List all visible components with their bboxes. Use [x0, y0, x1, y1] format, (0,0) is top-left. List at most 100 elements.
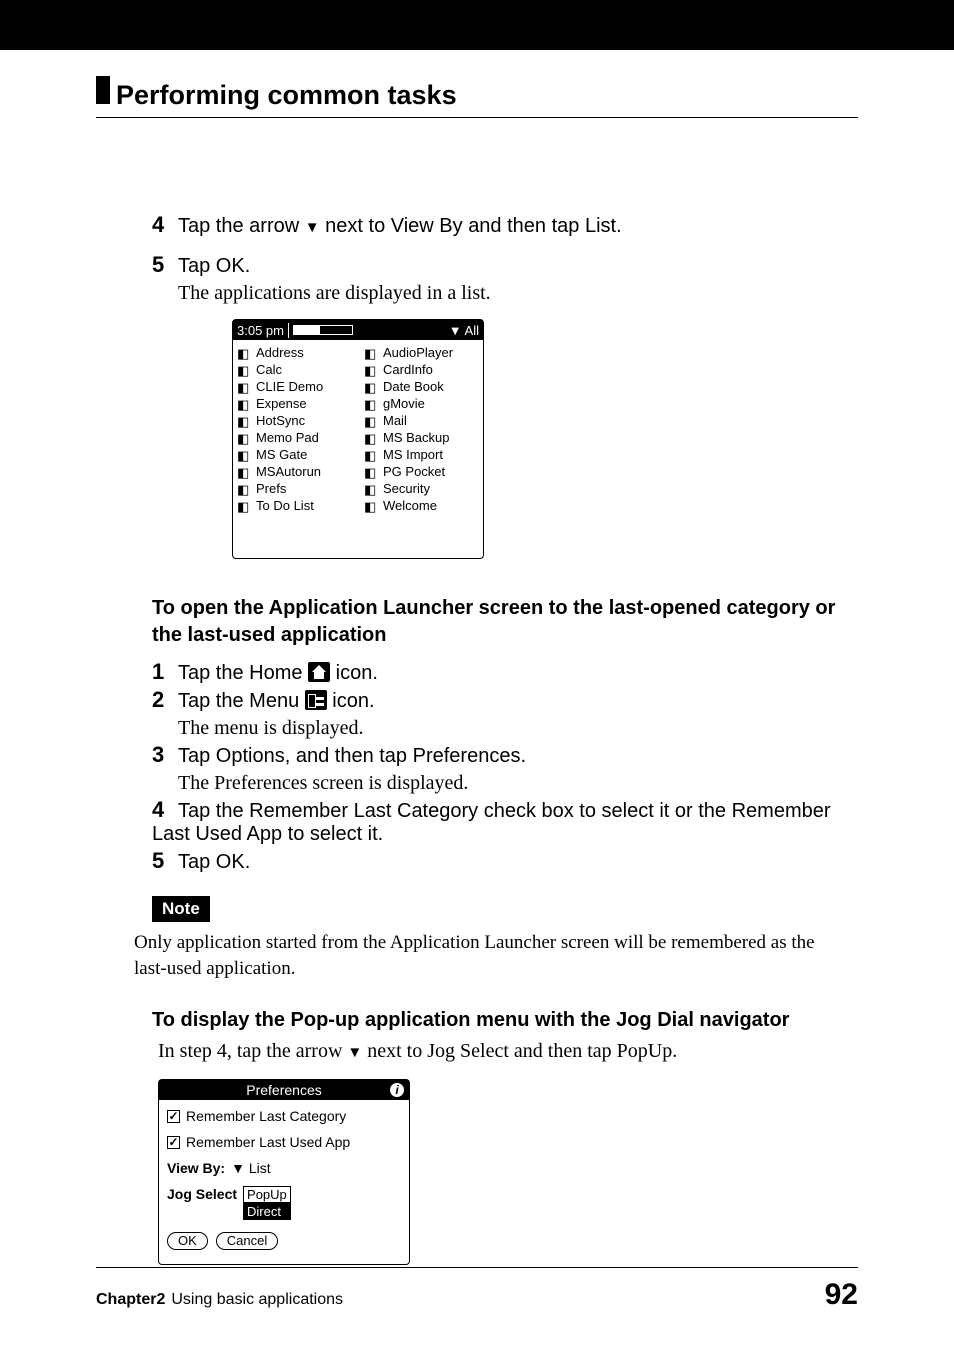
app-label: Security	[383, 481, 430, 496]
app-label: MS Backup	[383, 430, 449, 445]
jog-option-direct: Direct	[243, 1203, 291, 1220]
step-text: Tap the Menu icon.	[178, 690, 375, 712]
category-dropdown: ▼ All	[449, 323, 479, 338]
body-line: In step 4, tap the arrow ▼ next to Jog S…	[158, 1040, 858, 1063]
step-text: Tap the Remember Last Category check box…	[152, 800, 831, 845]
proc-step-5: 5 Tap OK.	[152, 848, 858, 874]
proc-step-2: 2 Tap the Menu icon. The menu is display…	[152, 687, 858, 740]
battery-icon	[293, 325, 353, 335]
jog-option-popup: PopUp	[243, 1186, 291, 1203]
app-icon: ◧	[364, 448, 380, 462]
step-text: Tap the arrow ▼ next to View By and then…	[178, 215, 622, 237]
app-label: Expense	[256, 396, 307, 411]
step-number: 1	[152, 659, 174, 685]
checkbox-icon: ✓	[167, 1110, 180, 1123]
app-label: Date Book	[383, 379, 444, 394]
step-text: Tap OK.	[178, 255, 250, 277]
app-icon: ◧	[237, 482, 253, 496]
launcher-item: ◧PG Pocket	[364, 463, 479, 480]
note-label: Note	[152, 896, 210, 922]
app-label: HotSync	[256, 413, 305, 428]
app-icon: ◧	[237, 431, 253, 445]
app-icon: ◧	[237, 499, 253, 513]
step-number: 4	[152, 212, 174, 238]
check-label: Remember Last Used App	[186, 1134, 350, 1150]
step-4: 4 Tap the arrow ▼ next to View By and th…	[152, 212, 858, 238]
launcher-item: ◧MS Import	[364, 446, 479, 463]
step-text: Tap the Home icon.	[178, 662, 378, 684]
page-number: 92	[825, 1278, 858, 1312]
cancel-button: Cancel	[216, 1232, 278, 1250]
top-black-bar	[0, 0, 954, 50]
step-sub-text: The applications are displayed in a list…	[178, 282, 858, 305]
view-by-label: View By:	[167, 1160, 225, 1176]
app-label: MSAutorun	[256, 464, 321, 479]
launcher-item: ◧gMovie	[364, 395, 479, 412]
view-by-value: ▼ List	[231, 1160, 271, 1176]
launcher-item: ◧HotSync	[237, 412, 352, 429]
app-icon: ◧	[237, 448, 253, 462]
launcher-item: ◧Welcome	[364, 497, 479, 514]
app-label: Address	[256, 345, 304, 360]
step-sub-text: The Preferences screen is displayed.	[178, 772, 858, 795]
app-icon: ◧	[364, 363, 380, 377]
app-label: CLIE Demo	[256, 379, 323, 394]
proc-step-4: 4 Tap the Remember Last Category check b…	[152, 797, 858, 846]
sub-heading-last-category: To open the Application Launcher screen …	[152, 595, 858, 649]
app-icon: ◧	[237, 346, 253, 360]
step-number: 3	[152, 742, 174, 768]
launcher-screenshot: 3:05 pm ▼ All ◧Address◧Calc◧CLIE Demo◧Ex…	[232, 319, 484, 559]
app-label: gMovie	[383, 396, 425, 411]
app-icon: ◧	[237, 414, 253, 428]
info-icon: i	[390, 1083, 404, 1097]
step-number: 2	[152, 687, 174, 713]
section-title: Performing common tasks	[116, 80, 457, 111]
launcher-item: ◧Security	[364, 480, 479, 497]
app-icon: ◧	[364, 380, 380, 394]
check-label: Remember Last Category	[186, 1108, 346, 1124]
proc-step-1: 1 Tap the Home icon.	[152, 659, 858, 685]
menu-icon	[305, 690, 327, 710]
app-label: Calc	[256, 362, 282, 377]
chapter-label: Chapter2Using basic applications	[96, 1291, 343, 1309]
app-icon: ◧	[364, 465, 380, 479]
app-icon: ◧	[237, 465, 253, 479]
step-number: 5	[152, 848, 174, 874]
launcher-item: ◧CLIE Demo	[237, 378, 352, 395]
step-5: 5 Tap OK. The applications are displayed…	[152, 252, 858, 305]
triangle-down-icon: ▼	[347, 1045, 362, 1062]
step-number: 5	[152, 252, 174, 278]
app-icon: ◧	[364, 499, 380, 513]
launcher-item: ◧To Do List	[237, 497, 352, 514]
launcher-item: ◧Prefs	[237, 480, 352, 497]
heading-ornament	[96, 76, 110, 104]
step-sub-text: The menu is displayed.	[178, 717, 858, 740]
step-text: Tap Options, and then tap Preferences.	[178, 745, 526, 767]
launcher-item: ◧Expense	[237, 395, 352, 412]
app-label: Memo Pad	[256, 430, 319, 445]
app-label: Mail	[383, 413, 407, 428]
launcher-status-bar: 3:05 pm ▼ All	[233, 320, 483, 340]
app-icon: ◧	[364, 397, 380, 411]
app-icon: ◧	[364, 346, 380, 360]
page-footer: Chapter2Using basic applications 92	[96, 1267, 858, 1312]
app-icon: ◧	[237, 380, 253, 394]
triangle-down-icon: ▼	[305, 219, 320, 236]
launcher-item: ◧Mail	[364, 412, 479, 429]
clock-time: 3:05 pm	[237, 323, 289, 338]
app-label: To Do List	[256, 498, 314, 513]
note-text: Only application started from the Applic…	[134, 930, 838, 981]
preferences-screenshot: Preferences i ✓ Remember Last Category ✓…	[158, 1079, 410, 1265]
app-icon: ◧	[364, 482, 380, 496]
proc-step-3: 3 Tap Options, and then tap Preferences.…	[152, 742, 858, 795]
app-icon: ◧	[237, 397, 253, 411]
launcher-app-list: ◧Address◧Calc◧CLIE Demo◧Expense◧HotSync◧…	[233, 340, 483, 518]
app-icon: ◧	[364, 414, 380, 428]
sub-heading-popup: To display the Pop-up application menu w…	[152, 1009, 858, 1032]
launcher-item: ◧AudioPlayer	[364, 344, 479, 361]
launcher-item: ◧MSAutorun	[237, 463, 352, 480]
launcher-item: ◧MS Gate	[237, 446, 352, 463]
app-label: MS Import	[383, 447, 443, 462]
jog-select-label: Jog Select	[167, 1186, 237, 1202]
launcher-item: ◧Memo Pad	[237, 429, 352, 446]
